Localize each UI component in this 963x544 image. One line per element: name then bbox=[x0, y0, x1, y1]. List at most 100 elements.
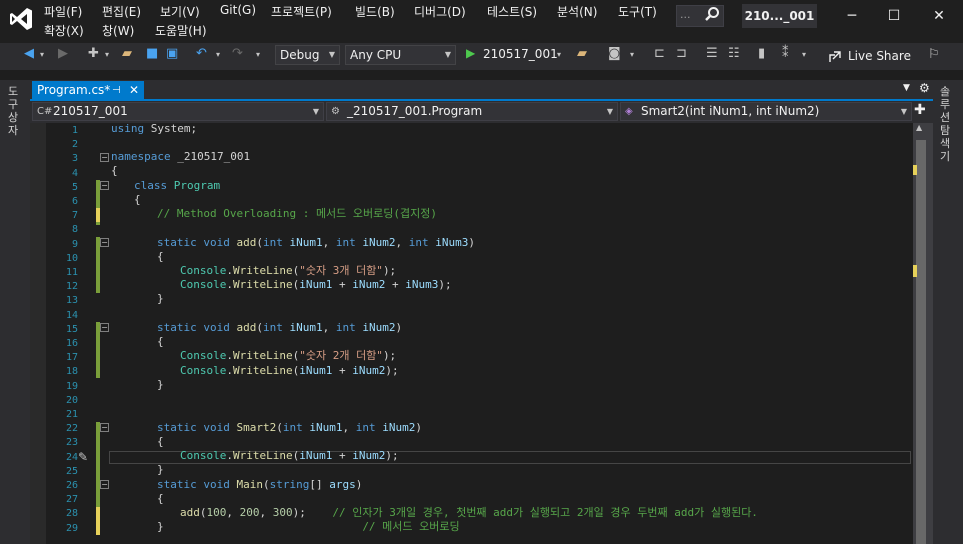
live-share-icon[interactable] bbox=[828, 50, 842, 64]
member-dropdown[interactable]: ◈ Smart2(int iNum1, int iNum2) ▼ bbox=[620, 102, 912, 121]
close-window-icon[interactable]: ✕ bbox=[929, 8, 949, 24]
run-target-dropdown-icon[interactable]: ▾ bbox=[557, 50, 561, 59]
step-over-icon[interactable]: ⊐ bbox=[676, 46, 687, 61]
code-token: Main bbox=[236, 478, 263, 491]
undo-icon[interactable]: ↶ bbox=[196, 46, 207, 61]
code-token: WriteLine bbox=[232, 349, 293, 362]
code-token: static bbox=[157, 236, 204, 249]
visual-studio-logo-icon[interactable] bbox=[8, 6, 34, 32]
uncomment-lines-icon[interactable]: ☷ bbox=[728, 46, 740, 61]
fold-toggle-icon[interactable]: − bbox=[100, 480, 109, 489]
code-token: int bbox=[282, 421, 310, 434]
menu-build[interactable]: 빌드(B) bbox=[355, 3, 395, 20]
new-project-dropdown-icon[interactable]: ▾ bbox=[105, 50, 109, 59]
code-token: int bbox=[335, 321, 363, 334]
tab-program-cs[interactable]: Program.cs* ⊣ ✕ bbox=[32, 81, 144, 100]
code-token: { bbox=[134, 193, 141, 206]
chevron-down-icon: ▼ bbox=[900, 107, 907, 116]
step-into-icon[interactable]: ⊏ bbox=[654, 46, 665, 61]
menu-tools[interactable]: 도구(T) bbox=[618, 3, 657, 20]
feedback-icon[interactable]: ⚐ bbox=[928, 47, 940, 62]
line-number: 28 bbox=[65, 508, 78, 520]
fold-toggle-icon[interactable]: − bbox=[100, 181, 109, 190]
code-token: "숫자 2개 더함" bbox=[299, 349, 383, 362]
platform-dropdown[interactable]: Any CPU ▼ bbox=[345, 45, 456, 65]
code-token: namespace bbox=[111, 150, 178, 163]
code-line-1: using System; bbox=[111, 122, 197, 136]
type-dropdown[interactable]: ⚙ _210517_001.Program ▼ bbox=[326, 102, 618, 121]
code-token: { bbox=[111, 164, 118, 177]
class-icon: ⚙ bbox=[331, 106, 340, 117]
change-marker-unsaved bbox=[96, 208, 100, 222]
tab-list-dropdown-icon[interactable]: ▼ bbox=[903, 83, 910, 93]
project-dropdown[interactable]: C# 210517_001 ▼ bbox=[32, 102, 324, 121]
pin-tab-icon[interactable]: ⊣ bbox=[112, 81, 121, 100]
menu-debug[interactable]: 디버그(D) bbox=[414, 3, 466, 20]
solution-name-badge[interactable]: 210..._001 bbox=[742, 4, 817, 28]
live-share-button[interactable]: Live Share bbox=[848, 49, 911, 63]
code-line-15: static void add(int iNum1, int iNum2) bbox=[157, 321, 402, 335]
code-token: add bbox=[236, 321, 257, 334]
configuration-dropdown[interactable]: Debug ▼ bbox=[275, 45, 340, 65]
fold-toggle-icon[interactable]: − bbox=[100, 323, 109, 332]
close-tab-icon[interactable]: ✕ bbox=[129, 81, 139, 100]
code-token: WriteLine bbox=[232, 449, 293, 462]
settings-gear-icon[interactable]: ⚙ bbox=[919, 81, 930, 95]
search-icon[interactable] bbox=[704, 6, 720, 22]
redo-dropdown-icon[interactable]: ▾ bbox=[256, 50, 260, 59]
bookmark-prev-icon[interactable]: ⁑ bbox=[782, 46, 789, 61]
back-dropdown-icon[interactable]: ▾ bbox=[40, 50, 44, 59]
bookmark-icon[interactable]: ▮ bbox=[758, 46, 765, 61]
maximize-icon[interactable]: ☐ bbox=[884, 8, 904, 24]
fold-toggle-icon[interactable]: − bbox=[100, 423, 109, 432]
fold-toggle-icon[interactable]: − bbox=[100, 153, 109, 162]
menu-window[interactable]: 창(W) bbox=[102, 22, 134, 39]
undo-dropdown-icon[interactable]: ▾ bbox=[216, 50, 220, 59]
save-all-icon[interactable]: ▣ bbox=[166, 46, 178, 61]
code-token: ); bbox=[385, 449, 399, 462]
menu-help[interactable]: 도움말(H) bbox=[155, 22, 207, 39]
code-token: , bbox=[226, 506, 240, 519]
quick-actions-icon[interactable]: ✎ bbox=[78, 450, 88, 464]
open-folder-icon[interactable]: ▰ bbox=[577, 46, 587, 61]
menu-view[interactable]: 보기(V) bbox=[160, 3, 200, 20]
toolbar-overflow-icon[interactable]: ▾ bbox=[802, 50, 806, 59]
start-debugging-icon[interactable]: ▶ bbox=[466, 46, 475, 60]
scrollbar-thumb[interactable] bbox=[916, 140, 926, 544]
code-token: // 메서드 오버로딩 bbox=[362, 520, 460, 533]
code-token: { bbox=[157, 435, 164, 448]
solution-explorer-tab[interactable]: 솔루션 탐색기 bbox=[940, 85, 954, 163]
minimize-icon[interactable]: ─ bbox=[842, 8, 862, 24]
menu-test[interactable]: 테스트(S) bbox=[487, 3, 537, 20]
code-token: ) bbox=[355, 478, 363, 491]
platform-value: Any CPU bbox=[350, 48, 402, 62]
configuration-value: Debug bbox=[280, 48, 320, 62]
browser-link-dropdown-icon[interactable]: ▾ bbox=[630, 50, 634, 59]
split-window-icon[interactable]: ✚ bbox=[914, 102, 926, 118]
menu-file[interactable]: 파일(F) bbox=[44, 3, 82, 20]
redo-icon[interactable]: ↷ bbox=[232, 46, 243, 61]
toolbox-tab[interactable]: 도구 상자 bbox=[8, 85, 22, 137]
open-file-icon[interactable]: ▰ bbox=[122, 46, 132, 61]
tab-title: Program.cs* bbox=[37, 83, 111, 97]
save-icon[interactable]: ■ bbox=[146, 46, 158, 61]
menu-extensions[interactable]: 확장(X) bbox=[44, 22, 84, 39]
fold-toggle-icon[interactable]: − bbox=[100, 238, 109, 247]
navigate-forward-icon[interactable]: ▶ bbox=[58, 46, 68, 61]
start-debugging-label[interactable]: 210517_001 bbox=[483, 47, 558, 61]
menu-analyze[interactable]: 분석(N) bbox=[557, 3, 597, 20]
code-token: + bbox=[385, 278, 406, 291]
new-project-icon[interactable]: ✚ bbox=[88, 46, 99, 61]
menu-edit[interactable]: 편집(E) bbox=[102, 3, 141, 20]
code-token: iNum2 bbox=[362, 236, 396, 249]
code-token: 100 bbox=[206, 506, 227, 519]
navigate-back-icon[interactable]: ◀ bbox=[24, 46, 34, 61]
menu-git[interactable]: Git(G) bbox=[220, 3, 256, 17]
scroll-up-icon[interactable]: ▲ bbox=[916, 123, 922, 132]
browser-link-icon[interactable]: ◙ bbox=[608, 46, 621, 61]
line-number: 22 bbox=[65, 423, 78, 435]
comment-lines-icon[interactable]: ☰ bbox=[706, 46, 718, 61]
code-token: args bbox=[329, 478, 356, 491]
menu-project[interactable]: 프로젝트(P) bbox=[271, 3, 332, 20]
code-token: . bbox=[226, 449, 233, 462]
